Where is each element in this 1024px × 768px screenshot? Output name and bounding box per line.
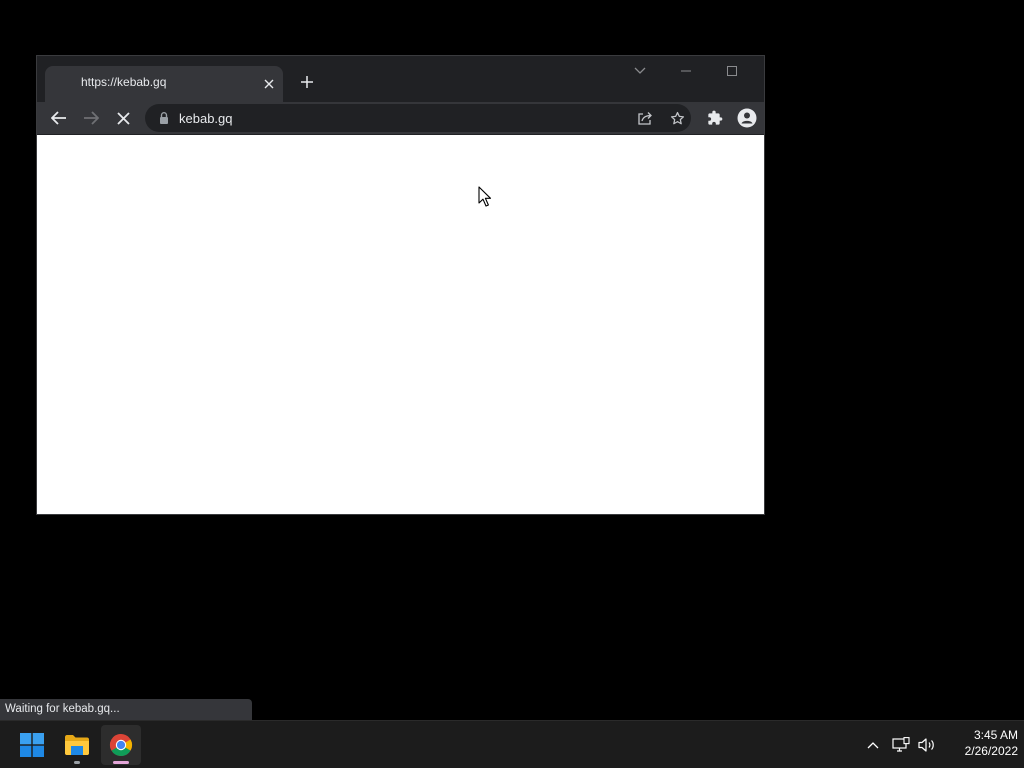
arrow-left-icon <box>51 111 66 125</box>
close-icon <box>116 111 130 125</box>
status-bubble: Waiting for kebab.gq... <box>0 699 252 720</box>
maximize-icon <box>727 66 737 76</box>
tab-strip: https://kebab.gq <box>37 56 764 102</box>
browser-window: https://kebab.gq kebab.gq <box>37 56 764 514</box>
close-icon <box>264 79 274 89</box>
bookmark-button[interactable] <box>664 105 690 131</box>
address-bar[interactable]: kebab.gq <box>145 104 691 132</box>
network-icon <box>892 737 910 752</box>
browser-tab[interactable]: https://kebab.gq <box>45 66 283 102</box>
back-button[interactable] <box>46 105 72 131</box>
folder-icon <box>65 735 89 755</box>
chrome-icon <box>109 734 133 757</box>
arrow-right-icon <box>84 111 99 125</box>
close-tab-button[interactable] <box>260 75 278 93</box>
stop-loading-button[interactable] <box>110 105 136 131</box>
taskbar: 3:45 AM 2/26/2022 <box>0 720 1024 768</box>
maximize-button[interactable] <box>709 56 755 86</box>
status-text: Waiting for kebab.gq... <box>5 703 120 715</box>
volume-button[interactable] <box>916 735 938 755</box>
file-explorer-button[interactable] <box>57 725 97 765</box>
desktop: https://kebab.gq kebab.gq Waiting for ke… <box>0 0 1024 768</box>
minimize-button[interactable] <box>663 56 709 86</box>
explorer-running-indicator <box>74 761 80 764</box>
extensions-button[interactable] <box>702 105 728 131</box>
clock-date: 2/26/2022 <box>964 744 1018 758</box>
browser-toolbar: kebab.gq <box>37 102 764 134</box>
share-icon <box>638 112 652 125</box>
clock[interactable]: 3:45 AM 2/26/2022 <box>944 727 1018 759</box>
new-tab-button[interactable] <box>296 71 318 93</box>
page-viewport[interactable] <box>37 135 764 514</box>
network-button[interactable] <box>890 735 912 755</box>
url-text[interactable]: kebab.gq <box>179 111 233 126</box>
volume-icon <box>918 738 934 752</box>
share-button[interactable] <box>632 105 658 131</box>
puzzle-icon <box>708 110 723 125</box>
lock-icon[interactable] <box>157 111 171 125</box>
clock-time: 3:45 AM <box>973 728 1018 742</box>
person-icon <box>737 108 757 128</box>
show-hidden-icons-button[interactable] <box>864 736 882 754</box>
chrome-button[interactable] <box>101 725 141 765</box>
start-button[interactable] <box>12 725 52 765</box>
mouse-cursor-icon <box>478 186 492 207</box>
chrome-active-indicator <box>113 761 129 764</box>
windows-logo-icon <box>20 733 44 757</box>
chevron-up-icon <box>867 742 879 749</box>
profile-button[interactable] <box>734 105 760 131</box>
chevron-down-icon <box>634 67 646 74</box>
plus-icon <box>301 76 313 88</box>
tab-title: https://kebab.gq <box>81 75 167 89</box>
forward-button[interactable] <box>78 105 104 131</box>
star-icon <box>670 111 684 124</box>
minimize-icon <box>681 70 691 72</box>
tab-search-button[interactable] <box>617 56 663 86</box>
